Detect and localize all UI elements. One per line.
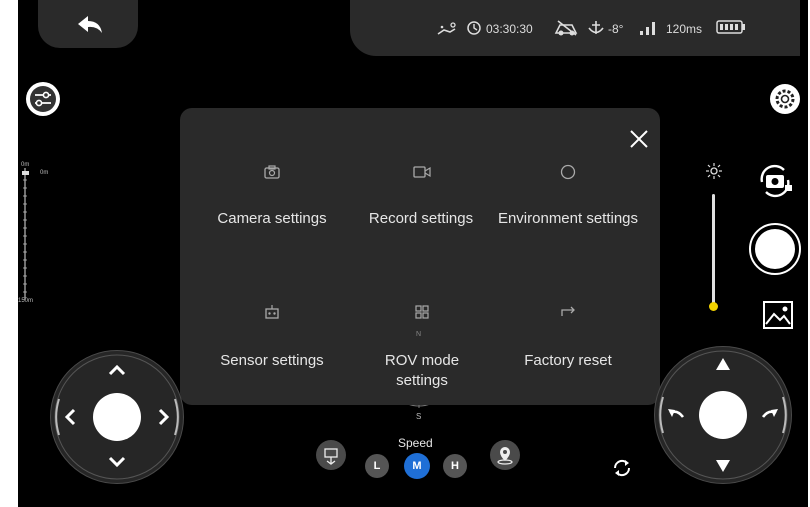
depth-scale-bottom-label: 150m: [18, 298, 34, 304]
rov-control-screen: 03:30:30 -8° 120ms 0m 0m 150m Camera set…: [18, 0, 808, 507]
speed-label: Speed: [398, 436, 433, 450]
depth-hold-button[interactable]: [316, 440, 346, 470]
adjustments-button[interactable]: [26, 82, 60, 116]
top-bar: 03:30:30 -8° 120ms: [18, 0, 808, 62]
back-arrow-icon[interactable]: [76, 14, 104, 36]
status-bar: 03:30:30 -8° 120ms: [350, 0, 800, 56]
depth-marker-label: 0m: [40, 170, 49, 176]
diver-icon: [437, 22, 456, 35]
video-icon: [413, 166, 431, 178]
brightness-icon: [706, 163, 722, 179]
motor-lock-icon: [554, 20, 578, 36]
depth-scale-ruler: [22, 168, 29, 300]
left-joystick-knob[interactable]: [93, 393, 141, 441]
speed-low-button[interactable]: L: [365, 454, 389, 478]
left-joystick-up-icon[interactable]: [107, 363, 127, 377]
recording-time: 03:30:30: [486, 22, 533, 36]
camera-settings-label: Camera settings: [217, 210, 327, 227]
camera-icon: [264, 165, 280, 179]
camera-switch-button[interactable]: [754, 160, 796, 202]
compass-icon: [560, 164, 576, 180]
brightness-thumb[interactable]: [709, 302, 718, 311]
factory-reset-label: Factory reset: [524, 352, 612, 369]
speed-high-button[interactable]: H: [443, 454, 467, 478]
timer-icon: [467, 21, 481, 35]
brightness-track: [712, 194, 715, 308]
capture-button-inner: [755, 229, 795, 269]
gear-button[interactable]: [770, 84, 800, 114]
capture-button[interactable]: [749, 223, 801, 275]
rotate-right-icon[interactable]: [761, 405, 779, 423]
left-joystick[interactable]: [50, 350, 184, 484]
gear-icon: [775, 89, 795, 109]
settings-panel: Camera settings Record settings Environm…: [180, 108, 660, 405]
battery-icon: [716, 20, 745, 34]
right-joystick[interactable]: [654, 346, 792, 484]
environment-settings-label: Environment settings: [497, 210, 639, 227]
camera-rotate-icon: [760, 164, 792, 198]
location-button[interactable]: [490, 440, 520, 470]
sliders-icon: [30, 86, 56, 112]
compass-north: N: [416, 331, 422, 338]
rotate-left-icon[interactable]: [667, 405, 685, 423]
depth-hold-icon: [324, 448, 338, 465]
latency-value: 120ms: [666, 22, 703, 36]
sensor-settings-label: Sensor settings: [220, 352, 324, 369]
left-joystick-right-icon[interactable]: [157, 407, 171, 427]
speed-medium-button[interactable]: M: [404, 453, 430, 479]
back-area: [38, 0, 138, 48]
refresh-icon[interactable]: [610, 456, 634, 480]
descend-icon[interactable]: [715, 459, 731, 473]
compass-south: S: [416, 412, 422, 421]
sensor-icon: [265, 305, 279, 319]
depth-value: -8°: [608, 22, 624, 36]
gallery-icon[interactable]: [762, 300, 794, 330]
location-pin-icon: [497, 447, 513, 465]
ascend-icon[interactable]: [715, 357, 731, 371]
left-joystick-left-icon[interactable]: [63, 407, 77, 427]
close-icon[interactable]: [628, 128, 650, 150]
grid-icon: [415, 305, 429, 319]
depth-anchor-icon: [588, 21, 604, 34]
reset-arrow-icon: [561, 306, 575, 316]
left-joystick-down-icon[interactable]: [107, 455, 127, 469]
record-settings-label: Record settings: [368, 210, 474, 227]
signal-icon: [640, 22, 655, 35]
rov-mode-settings-label: ROV mode settings: [384, 352, 460, 389]
right-joystick-knob[interactable]: [699, 391, 747, 439]
